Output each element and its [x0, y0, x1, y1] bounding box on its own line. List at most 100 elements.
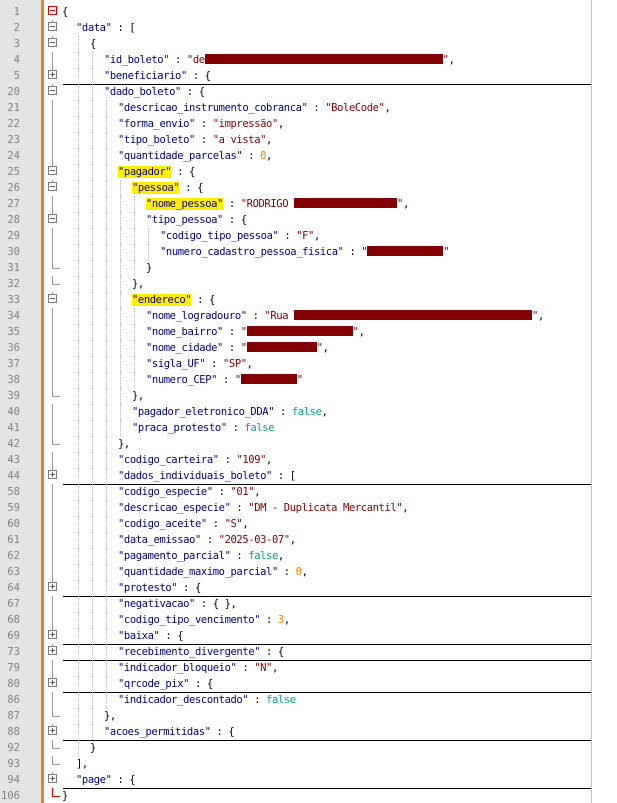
code-line[interactable]: 94 "page" : { [0, 772, 591, 789]
code-line[interactable]: 59 "descricao_especie" : "DM - Duplicata … [0, 500, 591, 516]
code-line[interactable]: 60 "codigo_aceite" : "S", [0, 516, 591, 532]
code-line[interactable]: 92} [0, 740, 591, 756]
fold-guide-line [52, 308, 53, 324]
collapse-fold-icon[interactable] [48, 6, 57, 15]
code-line[interactable]: 43 "codigo_carteira" : "109", [0, 452, 591, 468]
code-line[interactable]: 106} [0, 788, 591, 803]
code-line[interactable]: 86 "indicador_descontado" : false [0, 692, 591, 708]
indent-guide [78, 452, 79, 468]
code-line[interactable]: 58 "codigo_especie" : "01", [0, 484, 591, 500]
redaction-block [246, 326, 353, 336]
collapse-fold-icon[interactable] [48, 182, 57, 191]
code-line[interactable]: 5 "beneficiario" : { [0, 68, 591, 85]
line-number: 93 [7, 758, 20, 770]
code-line[interactable]: 24 "quantidade_parcelas" : 0, [0, 148, 591, 164]
collapse-fold-icon[interactable] [48, 214, 57, 223]
json-key: "acoes_permitidas" [104, 726, 211, 738]
code-line[interactable]: 4 "id_boleto" : "de ", [0, 52, 591, 68]
code-line[interactable]: 88 "acoes_permitidas" : { [0, 724, 591, 741]
code-line[interactable]: 20 "dado_boleto" : { [0, 84, 591, 100]
collapse-fold-icon[interactable] [48, 22, 57, 31]
json-punctuation: : [248, 694, 267, 706]
code-text: "tipo_boleto" : "a vista", [118, 132, 272, 148]
code-line[interactable]: 69 "baixa" : { [0, 628, 591, 645]
indent-guide [92, 276, 93, 292]
code-line[interactable]: 67 "negativacao" : { }, [0, 596, 591, 612]
line-number: 94 [7, 774, 20, 786]
code-line[interactable]: 79 "indicador_bloqueio" : "N", [0, 660, 591, 676]
code-line[interactable]: 30 "numero_cadastro_pessoa_fisica" : " " [0, 244, 591, 260]
code-line[interactable]: 32}, [0, 276, 591, 292]
code-line[interactable]: 41 "praca_protesto" : false [0, 420, 591, 436]
line-number: 26 [7, 182, 20, 194]
code-line[interactable]: 31} [0, 260, 591, 276]
indent-guide [92, 724, 93, 740]
line-number: 59 [7, 502, 20, 514]
line-number: 3 [13, 38, 20, 50]
indent-guide [78, 740, 79, 756]
expand-fold-icon[interactable] [48, 582, 57, 591]
fold-guide-line [52, 724, 53, 726]
code-line[interactable]: 28 "tipo_pessoa" : { [0, 212, 591, 228]
indent-guide [92, 628, 93, 644]
code-line[interactable]: 27 "nome_pessoa" : "RODRIGO ", [0, 196, 591, 212]
code-line[interactable]: 1{ [0, 4, 591, 20]
code-line[interactable]: 61 "data_emissao" : "2025-03-07", [0, 532, 591, 548]
code-line[interactable]: 87}, [0, 708, 591, 724]
collapse-fold-icon[interactable] [48, 294, 57, 303]
expand-fold-icon[interactable] [48, 774, 57, 783]
code-line[interactable]: 42}, [0, 436, 591, 452]
expand-fold-icon[interactable] [48, 630, 57, 639]
indent-guide [92, 68, 93, 84]
json-key: "beneficiario" [104, 70, 187, 82]
fold-guide-line [52, 212, 53, 214]
json-punctuation: , [313, 230, 320, 242]
indent-guide [120, 212, 121, 228]
code-line[interactable]: 34 "nome_logradouro" : "Rua ", [0, 308, 591, 324]
code-text: "descricao_instrumento_cobranca" : "Bole… [118, 100, 391, 116]
code-line[interactable]: 36 "nome_cidade" : " ", [0, 340, 591, 356]
line-number: 106 [1, 790, 20, 802]
line-number: 21 [7, 102, 20, 114]
indent-guide [106, 404, 107, 420]
expand-fold-icon[interactable] [48, 470, 57, 479]
code-line[interactable]: 68 "codigo_tipo_vencimento" : 3, [0, 612, 591, 628]
code-line[interactable]: 3{ [0, 36, 591, 52]
code-line[interactable]: 63 "quantidade_maximo_parcial" : 0, [0, 564, 591, 580]
code-line[interactable]: 29 "codigo_tipo_pessoa" : "F", [0, 228, 591, 244]
expand-fold-icon[interactable] [48, 646, 57, 655]
code-line[interactable]: 37 "sigla_UF" : "SP", [0, 356, 591, 372]
code-line[interactable]: 80 "qrcode_pix" : { [0, 676, 591, 693]
code-line[interactable]: 23 "tipo_boleto" : "a vista", [0, 132, 591, 148]
code-line[interactable]: 62 "pagamento_parcial" : false, [0, 548, 591, 564]
code-line[interactable]: 25 "pagador" : { [0, 164, 591, 180]
json-punctuation: : [217, 374, 235, 386]
expand-fold-icon[interactable] [48, 726, 57, 735]
code-line[interactable]: 73 "recebimento_divergente" : { [0, 644, 591, 661]
code-text: ], [76, 756, 88, 772]
code-line[interactable]: 64 "protesto" : { [0, 580, 591, 597]
code-line[interactable]: 93], [0, 756, 591, 772]
code-line[interactable]: 26 "pessoa" : { [0, 180, 591, 196]
indent-guide [106, 324, 107, 340]
collapse-fold-icon[interactable] [48, 166, 57, 175]
json-value: "de [186, 54, 205, 66]
code-line[interactable]: 2 "data" : [ [0, 20, 591, 36]
code-line[interactable]: 33 "endereco" : { [0, 292, 591, 308]
code-editor[interactable]: 1{2 "data" : [3{4 "id_boleto" : "de ", 5 "ben… [0, 0, 592, 803]
collapse-fold-icon[interactable] [48, 38, 57, 47]
indent-guide [106, 132, 107, 148]
code-line[interactable]: 40 "pagador_eletronico_DDA" : false, [0, 404, 591, 420]
indent-guide [92, 484, 93, 500]
json-punctuation: , [277, 118, 284, 130]
line-number: 5 [13, 70, 20, 82]
expand-fold-icon[interactable] [48, 678, 57, 687]
code-line[interactable]: 22 "forma_envio" : "impressão", [0, 116, 591, 132]
code-line[interactable]: 39}, [0, 388, 591, 404]
code-line[interactable]: 38 "numero_CEP" : " " [0, 372, 591, 388]
collapse-fold-icon[interactable] [48, 86, 57, 95]
code-line[interactable]: 44 "dados_individuais_boleto" : [ [0, 468, 591, 485]
code-line[interactable]: 35 "nome_bairro" : " ", [0, 324, 591, 340]
expand-fold-icon[interactable] [48, 70, 57, 79]
code-line[interactable]: 21 "descricao_instrumento_cobranca" : "Bo… [0, 100, 591, 116]
